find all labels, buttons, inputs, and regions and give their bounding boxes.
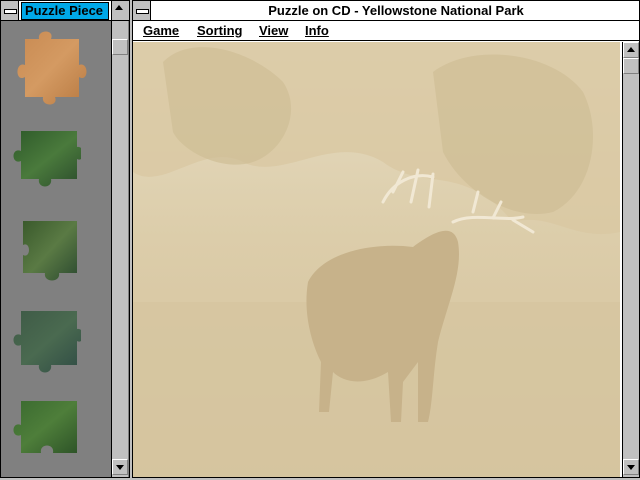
puzzle-piece[interactable] (15, 25, 99, 115)
puzzle-piece[interactable] (5, 129, 81, 193)
system-menu-icon[interactable] (1, 1, 19, 20)
puzzle-pieces-window: Puzzle Piece (0, 0, 130, 478)
main-vertical-scrollbar[interactable] (622, 42, 639, 477)
main-scroll-up-button[interactable] (623, 42, 639, 58)
pieces-titlebar[interactable]: Puzzle Piece (1, 1, 129, 21)
puzzle-piece[interactable] (5, 309, 81, 385)
puzzle-image (133, 42, 620, 477)
puzzle-board[interactable] (133, 42, 620, 477)
pieces-window-title: Puzzle Piece (21, 2, 109, 20)
pieces-scroll-down-button[interactable] (112, 459, 128, 475)
menu-view[interactable]: View (259, 23, 288, 38)
down-arrow-icon (116, 465, 124, 470)
main-scroll-down-button[interactable] (623, 459, 639, 475)
puzzle-piece[interactable] (5, 399, 81, 455)
system-menu-icon[interactable] (133, 1, 151, 20)
pieces-scroll-up-button[interactable] (111, 1, 129, 20)
menu-info[interactable]: Info (305, 23, 329, 38)
main-scroll-thumb[interactable] (623, 58, 639, 74)
up-arrow-icon (115, 5, 123, 10)
main-titlebar[interactable]: Puzzle on CD - Yellowstone National Park (133, 1, 639, 21)
menu-game[interactable]: Game (143, 23, 179, 38)
puzzle-main-window: Puzzle on CD - Yellowstone National Park… (132, 0, 640, 478)
menu-sorting[interactable]: Sorting (197, 23, 243, 38)
menu-bar: Game Sorting View Info (133, 21, 639, 41)
puzzle-piece[interactable] (17, 219, 83, 291)
down-arrow-icon (627, 465, 635, 470)
up-arrow-icon (627, 47, 635, 52)
main-window-title: Puzzle on CD - Yellowstone National Park (268, 3, 524, 18)
pieces-scroll-thumb[interactable] (112, 39, 128, 55)
pieces-vertical-scrollbar[interactable] (111, 21, 128, 477)
